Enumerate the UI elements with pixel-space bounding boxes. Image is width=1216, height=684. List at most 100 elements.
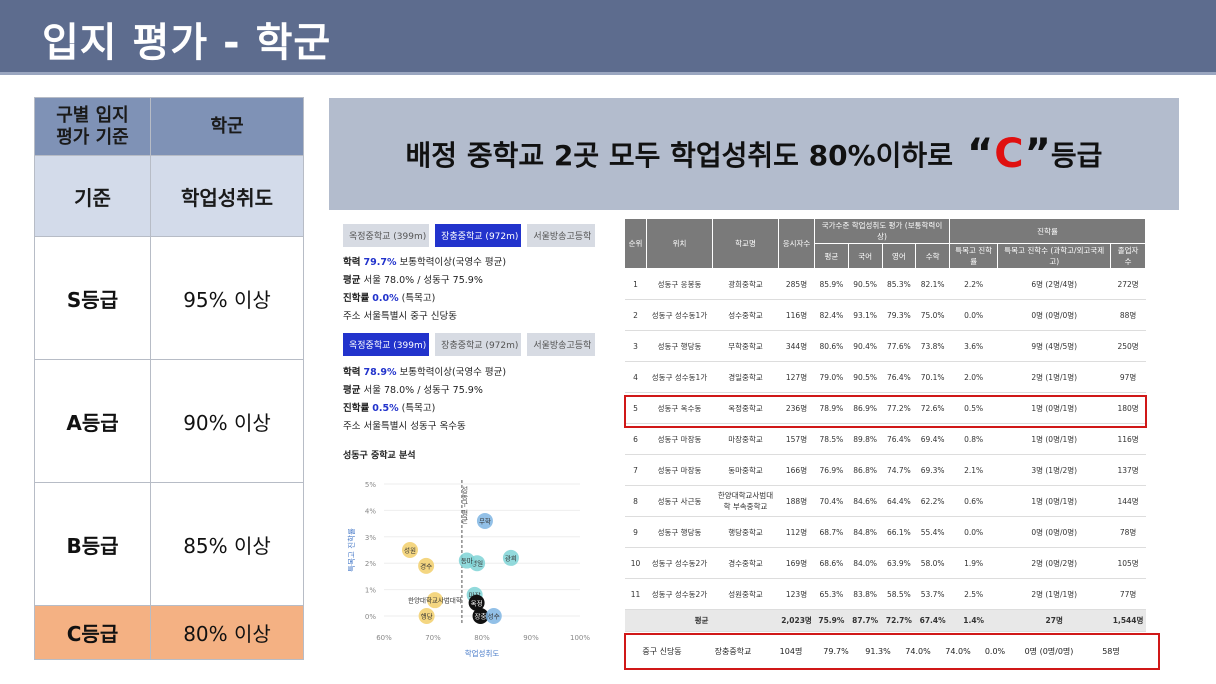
table-cell: 85.9%: [814, 268, 849, 300]
table-row: 2 성동구 성수동1가 성수중학교 116명 82.4% 93.1% 79.3% 75.0% 0…: [624, 299, 1146, 331]
table-cell: 58명: [1102, 647, 1120, 656]
info-average-line: 평균 서울 78.0% / 성동구 75.9%: [343, 382, 506, 400]
table-cell: 1,544명: [1110, 609, 1146, 632]
table-cell: 66.1%: [882, 516, 916, 548]
table-cell: 75.0%: [915, 299, 950, 331]
x-tick-label: 100%: [570, 634, 590, 642]
highlight-okjeong-row: [624, 395, 1147, 428]
table-cell: 1: [624, 268, 647, 300]
table-cell: 경일중학교: [712, 361, 779, 393]
info-text: 서울 78.0% / 성동구 75.9%: [363, 385, 483, 396]
table-cell: 55.4%: [915, 516, 950, 548]
info-text: 보통학력이상(국영수 평균): [399, 257, 507, 268]
y-tick-label: 1%: [365, 587, 376, 595]
info-address-line: 주소 서울특별시 성동구 옥수동: [343, 421, 466, 432]
table-cell: 84.8%: [848, 516, 882, 548]
table-cell: 0.6%: [949, 485, 998, 517]
banner-suffix: 등급: [1050, 139, 1103, 172]
table-cell: 0.8%: [949, 423, 998, 455]
table-cell: 1.9%: [949, 547, 998, 579]
info-label: 평균: [343, 385, 361, 396]
summary-banner: 배정 중학교 2곳 모두 학업성취도 80%이하로 “ C ” 등급: [329, 98, 1179, 210]
table-cell: 84.0%: [848, 547, 882, 579]
point-label: 무학: [479, 516, 491, 525]
grade-table-subheader: 기준 학업성취도: [34, 155, 304, 237]
table-row: 9 성동구 행당동 행당중학교 112명 68.7% 84.8% 66.1% 55.4% 0.0…: [624, 516, 1146, 548]
table-cell: 63.9%: [882, 547, 916, 579]
table-cell: 3명 (1명/2명): [997, 454, 1111, 486]
grade-threshold: 95% 이상: [150, 236, 304, 360]
grade-header-school-district: 학군: [150, 97, 304, 156]
grade-header-line2: 평가 기준: [56, 126, 129, 148]
table-cell: 2.2%: [949, 268, 998, 300]
point-label: 광희: [505, 553, 517, 562]
title-bar: 입지 평가 - 학군: [0, 0, 1216, 72]
table-cell: 2,023명: [778, 609, 815, 632]
table-cell: 1명 (0명/1명): [997, 423, 1111, 455]
table-cell: 76.4%: [882, 423, 916, 455]
table-cell: 65.3%: [814, 578, 849, 610]
tab-okjeong[interactable]: 옥정중학교 (399m): [343, 333, 430, 356]
tab-jangchung[interactable]: 장충중학교 (972m): [435, 224, 522, 247]
grade-subheader-achievement: 학업성취도: [150, 155, 304, 237]
table-cell: 성동구 마장동: [646, 423, 713, 455]
table-cell: 무학중학교: [712, 330, 779, 362]
table-cell: 53.7%: [915, 578, 950, 610]
point-label: 동마: [461, 556, 473, 565]
table-cell: 성동구 성수동1가: [646, 361, 713, 393]
table-cell: 0.0%: [949, 516, 998, 548]
info-label: 진학률: [343, 293, 370, 304]
table-cell: 2.1%: [949, 454, 998, 486]
table-cell: 성동구 성수동2가: [646, 578, 713, 610]
th-sub: 영어: [881, 243, 917, 269]
info-advance-line: 진학률 0.5% (특목고): [343, 400, 506, 418]
info-average-line: 평균 서울 78.0% / 성동구 75.9%: [343, 272, 506, 290]
table-cell: 0명 (0명/0명): [997, 299, 1111, 331]
table-cell: 91.3%: [865, 647, 891, 656]
point-label: 장충: [475, 612, 487, 621]
table-row: 8 성동구 사근동 한양대학교사범대학 부속중학교 188명 70.4% 84.6% 64.…: [624, 485, 1146, 517]
table-cell: 80.6%: [814, 330, 849, 362]
table-row: 4 성동구 성수동1가 경일중학교 127명 79.0% 90.5% 76.4% 70.1% 2…: [624, 361, 1146, 393]
table-average-row: 평균 2,023명 75.9% 87.7% 72.7% 67.4% 1.4% 27명 1,544…: [624, 609, 1146, 632]
table-cell: 8: [624, 485, 647, 517]
table-cell: 2: [624, 299, 647, 331]
jangchung-row-box: 중구 신당동 장충중학교 104명 79.7% 91.3% 74.0% 74.0% 0.0% 0…: [624, 633, 1160, 670]
info-label: 학력: [343, 367, 361, 378]
table-cell: 6: [624, 423, 647, 455]
table-cell: 6명 (2명/4명): [997, 268, 1111, 300]
table-cell: 2명 (1명/1명): [997, 578, 1111, 610]
tab-okjeong[interactable]: 옥정중학교 (399m): [343, 224, 430, 247]
title-underline: [0, 72, 1216, 75]
th-sub: 특목고 진학률: [948, 243, 999, 269]
chart-title: 성동구 중학교 분석: [343, 451, 416, 461]
table-row: 10 성동구 성수동2가 경수중학교 169명 68.6% 84.0% 63.9% 58.0%…: [624, 547, 1146, 579]
table-cell: 69.4%: [915, 423, 950, 455]
grade-label: C등급: [34, 605, 151, 660]
table-cell: 112명: [778, 516, 815, 548]
table-row: 1 성동구 응봉동 광희중학교 285명 85.9% 90.5% 85.3% 82.1% 2.2…: [624, 268, 1146, 300]
point-label: 성수: [488, 612, 500, 621]
table-cell: 83.8%: [848, 578, 882, 610]
point-label: 옥정: [471, 598, 483, 607]
table-cell: 4: [624, 361, 647, 393]
table-cell: 성수중학교: [712, 299, 779, 331]
table-cell: 93.1%: [848, 299, 882, 331]
table-cell: 69.3%: [915, 454, 950, 486]
school-tabs-1: 옥정중학교 (399m) 장충중학교 (972m) 서울방송고등학: [343, 224, 595, 247]
table-cell: 9명 (4명/5명): [997, 330, 1111, 362]
table-cell: 116명: [1110, 423, 1146, 455]
grade-row-a: A등급 90% 이상: [34, 359, 304, 483]
table-cell: 157명: [778, 423, 815, 455]
th-takers: 응시자수: [778, 218, 815, 269]
tab-jangchung[interactable]: 장충중학교 (972m): [435, 333, 522, 356]
tab-broadcast-high[interactable]: 서울방송고등학: [527, 333, 595, 356]
table-cell: 성동구 성수동1가: [646, 299, 713, 331]
th-achievement: 국가수준 학업성취도 평가 (보통학력이상): [814, 218, 950, 244]
banner-close-quote: ”: [1024, 131, 1051, 177]
table-cell: 123명: [778, 578, 815, 610]
tab-broadcast-high[interactable]: 서울방송고등학: [527, 224, 595, 247]
table-cell: 89.8%: [848, 423, 882, 455]
table-cell: 86.8%: [848, 454, 882, 486]
banner-open-quote: “: [966, 131, 994, 177]
